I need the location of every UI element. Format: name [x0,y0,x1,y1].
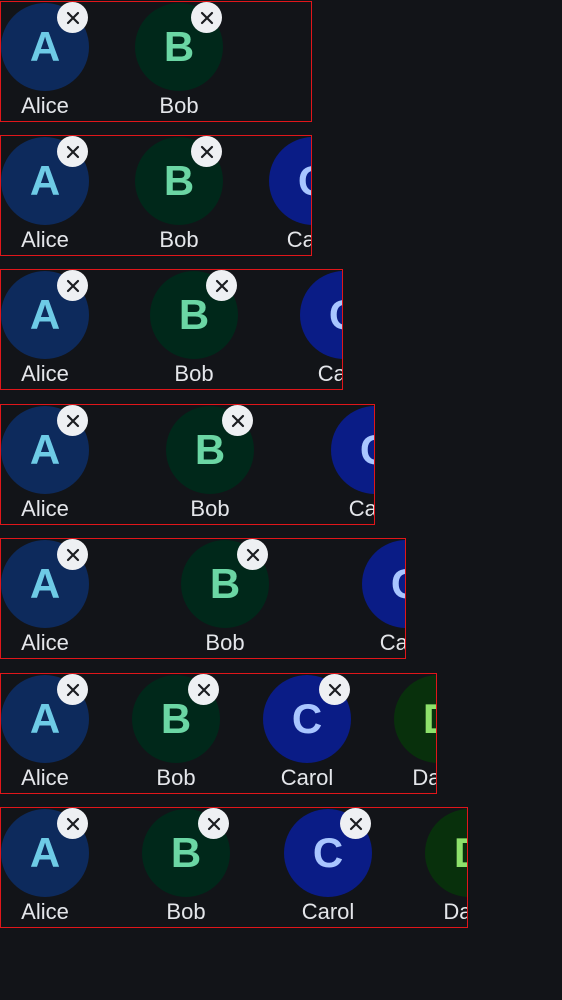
avatar-chip-alice[interactable]: A Alice [1,539,121,658]
avatar-name-label: Carol [286,227,311,252]
avatar-name-label: Bob [156,765,196,790]
remove-button[interactable] [206,270,237,301]
close-icon [66,279,79,292]
avatar-name-label: Bob [190,496,230,521]
avatar: C [269,137,311,225]
avatar: D [394,675,436,763]
avatar-chip-row: AAlice BBob CCarol [0,404,375,525]
close-icon [246,548,259,561]
avatar-name-label: Bob [159,93,199,118]
remove-button[interactable] [319,674,350,705]
avatar-name-label: Bob [159,227,199,252]
avatar-chip-alice[interactable]: A Alice [1,2,121,121]
close-icon [66,548,79,561]
avatar-chip-row: A Alice B Bob [0,1,312,122]
avatar-chip-alice[interactable]: A Alice [1,270,121,389]
avatar-chip-carol[interactable]: CCarol [331,405,374,524]
avatar-chip-alice[interactable]: A Alice [1,136,121,255]
avatar-chip-bob[interactable]: B Bob [135,2,255,121]
avatar-name-label: Bob [174,361,214,386]
remove-button[interactable] [198,808,229,839]
remove-button[interactable] [57,136,88,167]
avatar-name-label: Bob [166,899,206,924]
avatar-name-label: Alice [21,496,69,521]
close-icon [349,817,362,830]
close-icon [200,145,213,158]
remove-button[interactable] [57,270,88,301]
close-icon [66,414,79,427]
avatar-chip-carol[interactable]: CCarol [263,674,383,793]
avatar-chip-alice[interactable]: A Alice [1,405,121,524]
remove-button[interactable] [57,539,88,570]
avatar-chip-alice[interactable]: A Alice [1,808,121,927]
remove-button[interactable] [57,405,88,436]
close-icon [66,817,79,830]
avatar-chip-row: AAliceBBobCCarolDDave [0,807,468,928]
avatar-chip-row: AAliceBBobCCarolDDave [0,673,437,794]
remove-button[interactable] [57,2,88,33]
avatar-name-label: Carol [280,765,334,790]
avatar-chip-row: AAlice BBob CCarol [0,538,406,659]
close-icon [231,414,244,427]
avatar-name-label: Bob [205,630,245,655]
remove-button[interactable] [188,674,219,705]
avatar-chip-bob[interactable]: B Bob [132,674,252,793]
avatar-chip-bob[interactable]: B Bob [135,136,255,255]
close-icon [207,817,220,830]
avatar-name-label: Alice [21,227,69,252]
close-icon [215,279,228,292]
avatar-chip-carol[interactable]: CCarol [269,136,311,255]
avatar-chip-row: AAliceBBobCCarol [0,135,312,256]
avatar-name-label: Dave [443,899,467,924]
remove-button[interactable] [191,136,222,167]
avatar-chip-bob[interactable]: B Bob [142,808,262,927]
close-icon [328,683,341,696]
avatar-name-label: Carol [379,630,406,655]
avatar-chip-bob[interactable]: B Bob [150,270,270,389]
remove-button[interactable] [57,808,88,839]
avatar-name-label: Alice [21,899,69,924]
avatar: C [331,406,374,494]
remove-button[interactable] [340,808,371,839]
avatar-name-label: Alice [21,765,69,790]
avatar-chip-carol[interactable]: CCarol [284,808,404,927]
avatar-chip-dave[interactable]: DDave [425,808,467,927]
avatar-name-label: Alice [21,93,69,118]
close-icon [66,683,79,696]
avatar-chip-bob[interactable]: B Bob [166,405,286,524]
remove-button[interactable] [237,539,268,570]
avatar-chip-bob[interactable]: B Bob [181,539,301,658]
close-icon [197,683,210,696]
remove-button[interactable] [57,674,88,705]
avatar: C [300,271,342,359]
remove-button[interactable] [222,405,253,436]
avatar: C [362,540,405,628]
avatar-name-label: Dave [412,765,436,790]
avatar-name-label: Carol [317,361,342,386]
close-icon [66,145,79,158]
close-icon [200,11,213,24]
avatar-chip-alice[interactable]: A Alice [1,674,121,793]
avatar-name-label: Alice [21,630,69,655]
close-icon [66,11,79,24]
avatar-name-label: Alice [21,361,69,386]
avatar-name-label: Carol [348,496,375,521]
avatar-chip-carol[interactable]: CCarol [362,539,405,658]
avatar-name-label: Carol [301,899,355,924]
avatar-chip-carol[interactable]: CCarol [300,270,342,389]
avatar-chip-dave[interactable]: DDave [394,674,436,793]
avatar: D [425,809,467,897]
remove-button[interactable] [191,2,222,33]
avatar-chip-row: AAliceBBob CCarol [0,269,343,390]
